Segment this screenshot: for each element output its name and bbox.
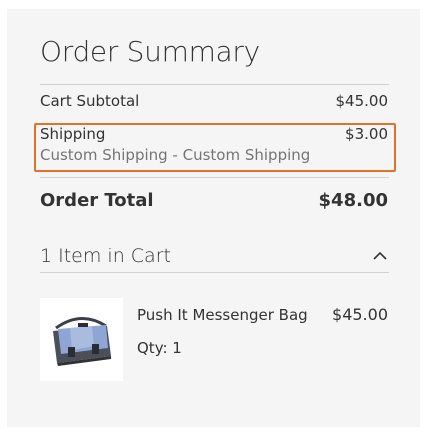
divider	[40, 272, 389, 273]
items-in-cart-toggle[interactable]: 1 Item in Cart	[40, 243, 389, 271]
product-name[interactable]: Push It Messenger Bag	[137, 306, 308, 324]
order-total-label: Order Total	[40, 190, 154, 211]
divider	[40, 177, 389, 178]
cart-subtotal-label: Cart Subtotal	[40, 92, 140, 110]
shipping-label: Shipping	[40, 125, 106, 143]
divider	[40, 84, 389, 85]
order-summary-panel: Order Summary Cart Subtotal $45.00 Shipp…	[7, 9, 420, 427]
items-in-cart-label: 1 Item in Cart	[40, 245, 171, 267]
messenger-bag-image	[40, 298, 123, 381]
order-total-amount: $48.00	[318, 190, 388, 211]
shipping-amount: $3.00	[345, 125, 388, 143]
chevron-up-icon	[373, 251, 387, 260]
product-quantity: Qty: 1	[137, 339, 182, 357]
product-price: $45.00	[332, 305, 388, 324]
cart-subtotal-amount: $45.00	[335, 92, 389, 110]
shipping-method: Custom Shipping - Custom Shipping	[40, 146, 311, 164]
product-thumbnail[interactable]	[40, 298, 123, 381]
order-summary-title: Order Summary	[40, 35, 260, 68]
